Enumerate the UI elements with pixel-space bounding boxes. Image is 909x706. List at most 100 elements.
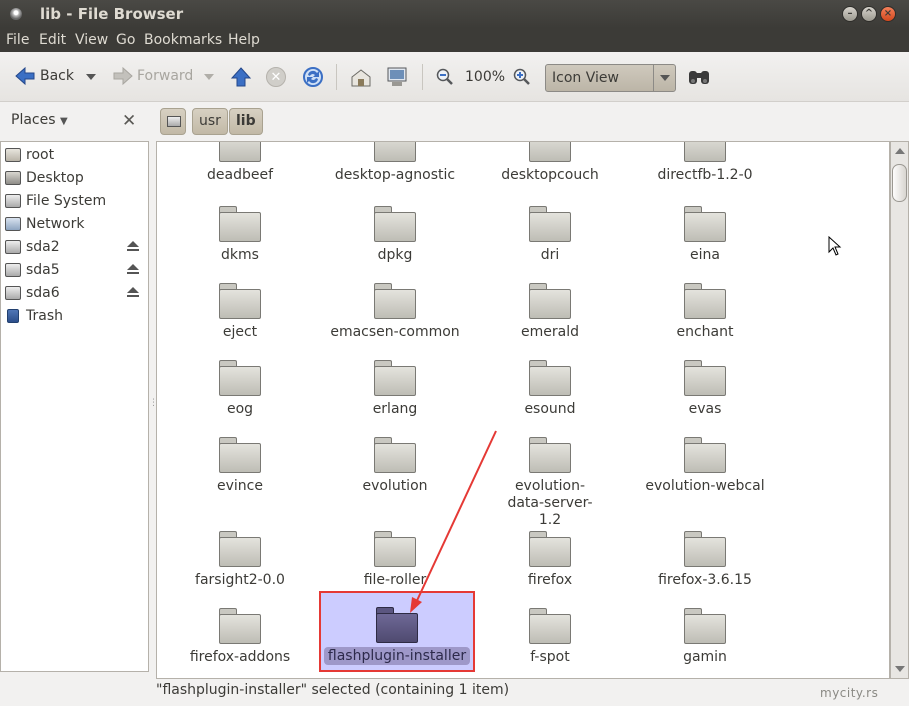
sidebar-item-sda6[interactable]: sda6 <box>5 283 145 303</box>
menu-edit[interactable]: Edit <box>39 32 66 48</box>
stop-icon[interactable]: ✕ <box>266 67 286 87</box>
back-button[interactable]: Back <box>14 66 74 86</box>
forward-arrow-icon <box>113 66 133 86</box>
eject-icon[interactable] <box>127 287 139 297</box>
folder-item[interactable]: erlang <box>320 360 470 418</box>
folder-icon <box>529 206 571 242</box>
places-dropdown[interactable]: Places ▼ <box>11 112 68 128</box>
folder-icon <box>219 283 261 319</box>
window-menu-icon[interactable] <box>10 8 22 20</box>
folder-item[interactable]: desktop-agnostic <box>320 142 470 184</box>
folder-item[interactable]: directfb-1.2-0 <box>630 142 780 184</box>
folder-item[interactable]: eog <box>165 360 315 418</box>
sidebar-item-trash[interactable]: Trash <box>5 306 145 326</box>
folder-item[interactable]: evas <box>630 360 780 418</box>
forward-history-dropdown-icon[interactable] <box>204 74 214 80</box>
folder-item[interactable]: firefox-addons <box>165 608 315 666</box>
folder-icon <box>219 360 261 396</box>
disk-icon <box>5 286 21 300</box>
folder-item[interactable]: firefox-3.6.15 <box>630 531 780 589</box>
home-icon <box>5 148 21 162</box>
menu-help[interactable]: Help <box>228 32 260 48</box>
folder-item[interactable]: farsight2-0.0 <box>165 531 315 589</box>
annotation-arrow-icon <box>410 430 497 613</box>
drive-icon <box>5 194 21 208</box>
folder-item[interactable]: gamin <box>630 608 780 666</box>
sidebar-item-label: sda6 <box>26 285 60 301</box>
close-button[interactable]: × <box>880 6 896 22</box>
eject-icon[interactable] <box>127 241 139 251</box>
folder-item[interactable]: dpkg <box>320 206 470 264</box>
close-sidebar-icon[interactable]: ✕ <box>122 111 136 131</box>
menu-view[interactable]: View <box>75 32 108 48</box>
folder-icon <box>529 437 571 473</box>
menu-bar: File Edit View Go Bookmarks Help <box>0 28 909 52</box>
path-root-button[interactable] <box>160 108 186 135</box>
folder-item[interactable]: evolution-webcal <box>630 437 780 495</box>
folder-icon <box>529 608 571 644</box>
maximize-button[interactable]: ^ <box>861 6 877 22</box>
scroll-up-icon[interactable] <box>895 148 905 154</box>
sidebar-item-sda2[interactable]: sda2 <box>5 237 145 257</box>
forward-button[interactable]: Forward <box>112 66 193 86</box>
toolbar-separator <box>336 64 337 90</box>
network-icon <box>5 217 21 231</box>
folder-icon <box>219 142 261 162</box>
scrollbar-thumb[interactable] <box>892 164 907 202</box>
search-binoculars-icon[interactable] <box>687 67 711 87</box>
folder-icon <box>684 206 726 242</box>
menu-bookmarks[interactable]: Bookmarks <box>144 32 222 48</box>
folder-item[interactable]: deadbeef <box>165 142 315 184</box>
folder-item[interactable]: evince <box>165 437 315 495</box>
folder-item[interactable]: esound <box>475 360 625 418</box>
folder-icon <box>374 283 416 319</box>
menu-go[interactable]: Go <box>116 32 135 48</box>
sidebar-item-network[interactable]: Network <box>5 214 145 234</box>
home-icon[interactable] <box>350 68 372 88</box>
folder-item[interactable]: emacsen-common <box>320 283 470 341</box>
folder-item[interactable]: dri <box>475 206 625 264</box>
folder-icon <box>684 283 726 319</box>
view-mode-select[interactable]: Icon View <box>545 64 676 92</box>
menu-file[interactable]: File <box>6 32 29 48</box>
reload-icon[interactable] <box>302 66 324 88</box>
vertical-scrollbar[interactable] <box>890 141 909 679</box>
path-lib-button[interactable]: lib <box>229 108 263 135</box>
sidebar-item-desktop[interactable]: Desktop <box>5 168 145 188</box>
status-bar-text: "flashplugin-installer" selected (contai… <box>156 682 510 698</box>
up-arrow-icon[interactable] <box>230 66 252 88</box>
folder-item[interactable]: emerald <box>475 283 625 341</box>
disk-icon <box>5 263 21 277</box>
folder-icon <box>529 360 571 396</box>
back-history-dropdown-icon[interactable] <box>86 74 96 80</box>
desktop-icon <box>5 171 21 185</box>
zoom-out-icon[interactable] <box>436 68 454 86</box>
sidebar-item-root[interactable]: root <box>5 145 145 165</box>
view-mode-value: Icon View <box>552 70 619 86</box>
path-usr-button[interactable]: usr <box>192 108 228 135</box>
zoom-in-icon[interactable] <box>513 68 531 86</box>
sidebar-item-file-system[interactable]: File System <box>5 191 145 211</box>
places-dropdown-icon: ▼ <box>59 116 68 127</box>
sidebar-item-label: Trash <box>26 308 63 324</box>
zoom-level[interactable]: 100% <box>465 69 505 85</box>
folder-item[interactable]: enchant <box>630 283 780 341</box>
folder-item[interactable]: dkms <box>165 206 315 264</box>
computer-icon[interactable] <box>386 66 408 88</box>
folder-icon <box>684 142 726 162</box>
folder-icon <box>684 608 726 644</box>
sidebar-item-sda5[interactable]: sda5 <box>5 260 145 280</box>
forward-label: Forward <box>137 68 194 84</box>
eject-icon[interactable] <box>127 264 139 274</box>
folder-item[interactable]: eina <box>630 206 780 264</box>
folder-icon <box>684 360 726 396</box>
minimize-button[interactable]: – <box>842 6 858 22</box>
folder-item[interactable]: eject <box>165 283 315 341</box>
toolbar: Back Forward ✕ 100% Icon View <box>0 52 909 102</box>
sidebar-item-label: root <box>26 147 55 163</box>
disk-icon <box>5 240 21 254</box>
folder-item[interactable]: desktopcouch <box>475 142 625 184</box>
scroll-down-icon[interactable] <box>895 666 905 672</box>
pane-splitter-handle[interactable]: ⋮ <box>149 398 158 410</box>
file-icon-view[interactable]: deadbeef desktop-agnostic desktopcouch d… <box>156 141 890 679</box>
